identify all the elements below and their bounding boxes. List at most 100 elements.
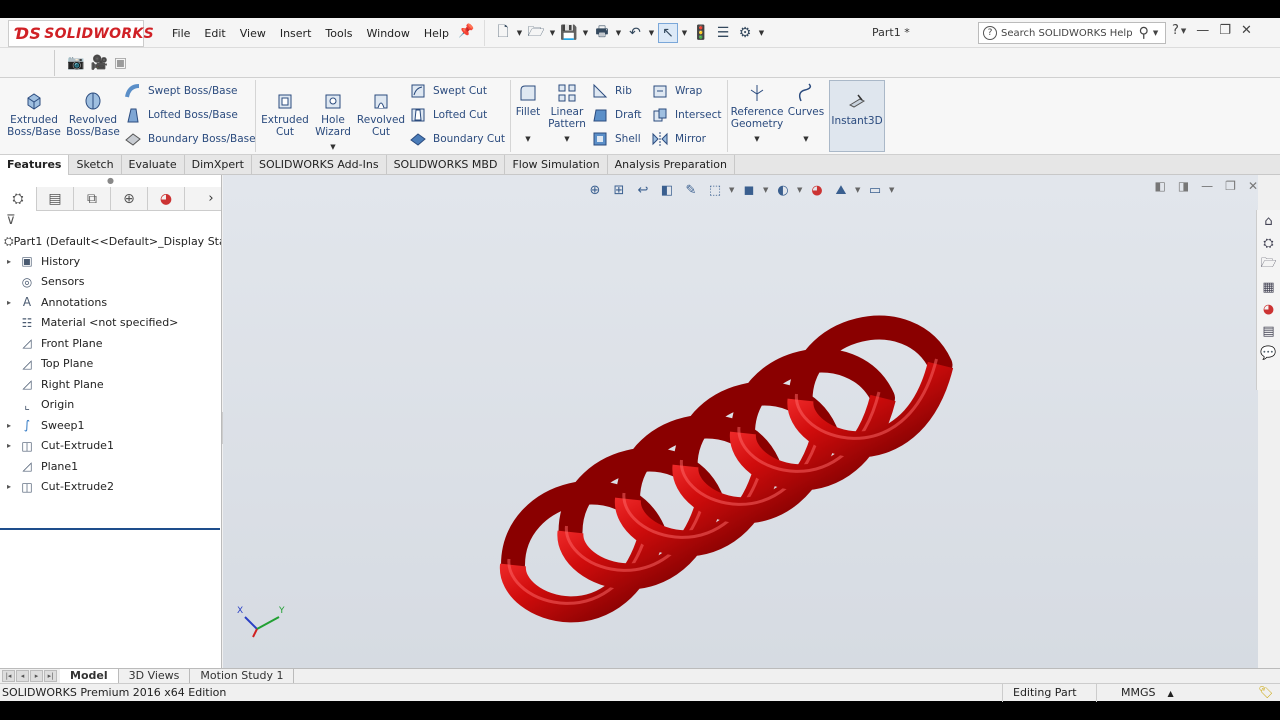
options-dropdown[interactable]: ▼ [757, 29, 766, 37]
expand-arrow-icon[interactable]: ▸ [0, 298, 18, 307]
save-icon[interactable]: 💾 [559, 23, 579, 43]
draft-button[interactable]: Draft [591, 106, 641, 124]
boundary-boss-button[interactable]: Boundary Boss/Base [124, 130, 256, 148]
property-manager-tab-icon[interactable]: ▤ [37, 187, 74, 211]
tab-model[interactable]: Model [60, 668, 119, 684]
first-tab-icon[interactable]: |◂ [2, 669, 15, 682]
feature-manager-tab-icon[interactable]: ⛭ [0, 187, 37, 211]
tab-evaluate[interactable]: Evaluate [122, 155, 185, 175]
solidworks-logo[interactable]: ƊS SOLIDWORKS [8, 20, 154, 47]
file-explorer-icon[interactable]: 🗁 [1257, 254, 1280, 276]
forum-icon[interactable]: 💬 [1257, 342, 1280, 364]
open-folder-icon[interactable]: 🗁 [526, 23, 546, 43]
menu-help[interactable]: Help [417, 27, 456, 40]
select-cursor-icon[interactable]: ↖ [658, 23, 678, 43]
undo-icon[interactable]: ↶ [625, 23, 645, 43]
new-dropdown[interactable]: ▼ [515, 29, 524, 37]
tree-item[interactable]: ▸ ◫ Cut-Extrude1 [0, 436, 221, 457]
save-dropdown[interactable]: ▼ [581, 29, 590, 37]
solidworks-resources-home-icon[interactable]: ⌂ [1257, 210, 1280, 232]
tree-item[interactable]: ⌞ Origin [0, 395, 221, 416]
pin-icon[interactable]: 📌 [458, 24, 474, 39]
menu-view[interactable]: View [233, 27, 273, 40]
file-properties-icon[interactable]: ☰ [713, 23, 733, 43]
instant3d-button[interactable]: Instant3D [829, 80, 885, 152]
swept-cut-button[interactable]: Swept Cut [409, 82, 487, 100]
curves-button[interactable]: Curves ▼ [788, 82, 824, 145]
hole-wizard-button[interactable]: Hole Wizard ▼ [312, 90, 354, 153]
expand-arrow-icon[interactable]: ▸ [0, 421, 18, 430]
help-dropdown[interactable]: ▼ [1181, 27, 1186, 38]
menu-tools[interactable]: Tools [318, 27, 359, 40]
print-dropdown[interactable]: ▼ [614, 29, 623, 37]
display-manager-tab-icon[interactable]: ◕ [148, 187, 185, 211]
tree-root-part[interactable]: ⛭ Part1 (Default<<Default>_Display State [0, 231, 221, 251]
shell-button[interactable]: Shell [591, 130, 641, 148]
view-palette-icon[interactable]: ▦ [1257, 276, 1280, 298]
print-icon[interactable]: 🖶 [592, 23, 612, 43]
tab-analysis-preparation[interactable]: Analysis Preparation [608, 155, 736, 175]
tree-item[interactable]: ◎ Sensors [0, 272, 221, 293]
expand-arrow-icon[interactable]: ▸ [0, 257, 18, 266]
pane-grip[interactable]: ● [0, 175, 221, 187]
tree-item[interactable]: ☷ Material <not specified> [0, 313, 221, 334]
revolved-cut-button[interactable]: Revolved Cut [356, 90, 406, 138]
tab-features[interactable]: Features [0, 155, 70, 175]
configuration-manager-tab-icon[interactable]: ⧉ [74, 187, 111, 211]
reference-geometry-dropdown[interactable]: ▼ [754, 133, 759, 145]
tab-dimxpert[interactable]: DimXpert [185, 155, 252, 175]
next-tab-icon[interactable]: ▸ [30, 669, 43, 682]
tree-item[interactable]: ▸ ◫ Cut-Extrude2 [0, 477, 221, 498]
dimxpert-manager-tab-icon[interactable]: ⊕ [111, 187, 148, 211]
filter-icon[interactable]: ⊽ [0, 211, 221, 231]
select-dropdown[interactable]: ▼ [680, 29, 689, 37]
tab-motion-study[interactable]: Motion Study 1 [190, 668, 295, 684]
search-icon[interactable]: ⚲ [1139, 25, 1149, 41]
rebuild-traffic-light-icon[interactable]: 🚦 [691, 23, 711, 43]
camera-icon[interactable]: 📷 [67, 55, 84, 71]
tab-flow-simulation[interactable]: Flow Simulation [505, 155, 608, 175]
tree-item[interactable]: ◿ Right Plane [0, 374, 221, 395]
menu-file[interactable]: File [165, 27, 197, 40]
options-gear-icon[interactable]: ⚙ [735, 23, 755, 43]
tag-icon[interactable]: 🏷 [1258, 685, 1273, 699]
extruded-cut-button[interactable]: Extruded Cut [260, 90, 310, 138]
fillet-dropdown[interactable]: ▼ [525, 133, 530, 145]
tab-sketch[interactable]: Sketch [69, 155, 122, 175]
lofted-boss-button[interactable]: Lofted Boss/Base [124, 106, 238, 124]
design-library-icon[interactable]: ⛭ [1257, 232, 1280, 254]
custom-properties-icon[interactable]: ▤ [1257, 320, 1280, 342]
tree-item[interactable]: ◿ Front Plane [0, 333, 221, 354]
tree-item[interactable]: ▸ ▣ History [0, 251, 221, 272]
rib-button[interactable]: Rib [591, 82, 632, 100]
search-dropdown[interactable]: ▼ [1153, 29, 1158, 37]
reference-geometry-button[interactable]: Reference Geometry ▼ [731, 82, 783, 145]
boundary-cut-button[interactable]: Boundary Cut [409, 130, 505, 148]
record-video-icon[interactable]: 🎥 [90, 55, 107, 71]
spring-model[interactable] [223, 175, 1258, 668]
minimize-icon[interactable]: — [1196, 23, 1209, 38]
last-tab-icon[interactable]: ▸| [44, 669, 57, 682]
linear-pattern-button[interactable]: Linear Pattern ▼ [546, 82, 588, 145]
open-dropdown[interactable]: ▼ [548, 29, 557, 37]
hole-wizard-dropdown[interactable]: ▼ [330, 141, 335, 153]
unit-system-selector[interactable]: MMGS ▲ [1096, 684, 1206, 702]
menu-window[interactable]: Window [360, 27, 417, 40]
expand-arrow-icon[interactable]: ▸ [0, 482, 18, 491]
tab-addins[interactable]: SOLIDWORKS Add-Ins [252, 155, 387, 175]
help-icon[interactable]: ? [1172, 23, 1179, 38]
new-document-icon[interactable]: 🗋 [493, 23, 513, 43]
menu-edit[interactable]: Edit [197, 27, 232, 40]
tree-item[interactable]: ◿ Plane1 [0, 456, 221, 477]
prev-tab-icon[interactable]: ◂ [16, 669, 29, 682]
lofted-cut-button[interactable]: Lofted Cut [409, 106, 487, 124]
appearances-icon[interactable]: ◕ [1257, 298, 1280, 320]
tree-item[interactable]: ◿ Top Plane [0, 354, 221, 375]
close-icon[interactable]: ✕ [1241, 23, 1252, 38]
rollback-bar[interactable] [0, 528, 220, 530]
curves-dropdown[interactable]: ▼ [803, 133, 808, 145]
graphics-area[interactable]: ⊕ ⊞ ↩ ◧ ✎ ⬚ ▼ ◼ ▼ ◐ ▼ ◕ ⛰ ▼ ▭ ▼ ◧ ◨ — ❐ ✕ [223, 175, 1258, 668]
swept-boss-button[interactable]: Swept Boss/Base [124, 82, 238, 100]
undo-dropdown[interactable]: ▼ [647, 29, 656, 37]
mirror-button[interactable]: Mirror [651, 130, 706, 148]
